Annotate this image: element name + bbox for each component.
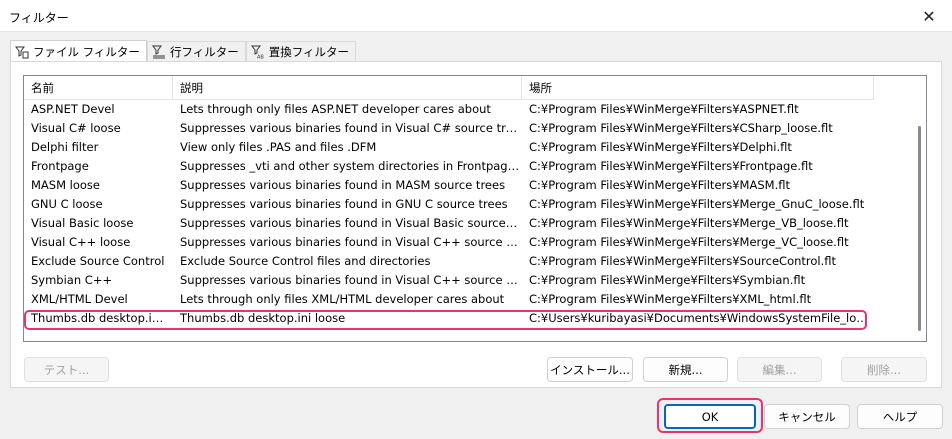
cell-location: C:¥Program Files¥WinMerge¥Filters¥MASM.f…: [529, 178, 790, 192]
window-title: フィルター: [9, 11, 69, 25]
file-filter-icon: [15, 46, 29, 58]
new-button[interactable]: 新規...: [643, 357, 728, 382]
install-button[interactable]: インストール...: [547, 357, 633, 382]
help-button[interactable]: ヘルプ: [857, 404, 943, 429]
selected-row-highlight: [24, 310, 867, 330]
test-button[interactable]: テスト...: [24, 357, 109, 382]
cell-name: Visual C++ loose: [31, 235, 131, 249]
title-bar: フィルター ✕: [0, 0, 952, 32]
table-row[interactable]: Exclude Source Control Exclude Source Con…: [24, 252, 914, 271]
cell-name: Visual Basic loose: [31, 216, 134, 230]
cell-name: GNU C loose: [31, 197, 103, 211]
tab-label: 置換フィルター: [268, 45, 349, 59]
cancel-button[interactable]: キャンセル: [764, 404, 850, 429]
cell-description: Suppresses various binaries found in Vis…: [180, 121, 520, 135]
cell-description: Lets through only files XML/HTML develop…: [180, 292, 505, 306]
table-row[interactable]: XML/HTML Devel Lets through only files XM…: [24, 290, 914, 309]
table-row[interactable]: Delphi filter View only files .PAS and fi…: [24, 138, 914, 157]
cell-description: Suppresses _vti and other system directo…: [180, 159, 520, 173]
cell-name: XML/HTML Devel: [31, 292, 128, 306]
tab-strip: ファイル フィルター 行フィルター AB 置換フィルター: [10, 40, 356, 62]
ok-button-highlight: [657, 398, 763, 433]
tab-line-filter[interactable]: 行フィルター: [146, 41, 246, 62]
table-row[interactable]: MASM loose Suppresses various binaries fo…: [24, 176, 914, 195]
cell-name: Delphi filter: [31, 140, 99, 154]
cell-location: C:¥Program Files¥WinMerge¥Filters¥Symbia…: [529, 273, 806, 287]
cell-location: C:¥Program Files¥WinMerge¥Filters¥CSharp…: [529, 121, 833, 135]
tab-file-filter[interactable]: ファイル フィルター: [10, 40, 147, 62]
table-row[interactable]: ASP.NET Devel Lets through only files ASP…: [24, 100, 914, 119]
cell-description: Suppresses various binaries found in Vis…: [180, 216, 520, 230]
filter-list[interactable]: 名前 説明 場所 ASP.NET Devel Lets through only …: [23, 75, 927, 342]
table-row[interactable]: Visual C++ loose Suppresses various binar…: [24, 233, 914, 252]
cell-name: MASM loose: [31, 178, 100, 192]
vertical-scrollbar[interactable]: [912, 76, 926, 341]
cell-location: C:¥Program Files¥WinMerge¥Filters¥Source…: [529, 254, 837, 268]
close-icon[interactable]: ✕: [906, 0, 952, 32]
cell-location: C:¥Program Files¥WinMerge¥Filters¥XML_ht…: [529, 292, 812, 306]
column-header-name[interactable]: 名前: [24, 76, 173, 100]
scroll-thumb[interactable]: [918, 126, 921, 331]
table-row[interactable]: Visual C# loose Suppresses various binari…: [24, 119, 914, 138]
cell-name: Exclude Source Control: [31, 254, 165, 268]
tab-label: ファイル フィルター: [33, 44, 140, 59]
line-filter-icon: [151, 45, 165, 59]
tab-substitution-filter[interactable]: AB 置換フィルター: [245, 41, 356, 62]
cell-location: C:¥Program Files¥WinMerge¥Filters¥Merge_…: [529, 216, 849, 230]
column-header-location[interactable]: 場所: [522, 76, 874, 100]
cell-description: Suppresses various binaries found in Vis…: [180, 273, 520, 287]
delete-button[interactable]: 削除...: [841, 357, 927, 382]
cell-name: Frontpage: [31, 159, 89, 173]
cell-description: Suppresses various binaries found in GNU…: [180, 197, 508, 211]
table-row[interactable]: Visual Basic loose Suppresses various bin…: [24, 214, 914, 233]
substitution-filter-icon: AB: [250, 45, 264, 60]
column-header-description[interactable]: 説明: [173, 76, 522, 100]
cell-name: Visual C# loose: [31, 121, 121, 135]
cell-description: Exclude Source Control files and directo…: [180, 254, 431, 268]
cell-description: Suppresses various binaries found in Vis…: [180, 235, 520, 249]
cell-name: Symbian C++: [31, 273, 113, 287]
cell-name: ASP.NET Devel: [31, 102, 115, 116]
edit-button[interactable]: 編集...: [737, 357, 822, 382]
table-row[interactable]: GNU C loose Suppresses various binaries f…: [24, 195, 914, 214]
list-header: 名前 説明 場所: [24, 76, 874, 100]
cell-location: C:¥Program Files¥WinMerge¥Filters¥Merge_…: [529, 235, 849, 249]
cell-location: C:¥Program Files¥WinMerge¥Filters¥Frontp…: [529, 159, 813, 173]
cell-location: C:¥Program Files¥WinMerge¥Filters¥ASPNET…: [529, 102, 799, 116]
svg-text:AB: AB: [257, 55, 264, 60]
list-rows: ASP.NET Devel Lets through only files ASP…: [24, 100, 914, 328]
cell-description: Lets through only files ASP.NET develope…: [180, 102, 491, 116]
table-row[interactable]: Symbian C++ Suppresses various binaries f…: [24, 271, 914, 290]
cell-description: Suppresses various binaries found in MAS…: [180, 178, 506, 192]
cell-location: C:¥Program Files¥WinMerge¥Filters¥Merge_…: [529, 197, 865, 211]
table-row[interactable]: Frontpage Suppresses _vti and other syste…: [24, 157, 914, 176]
tab-label: 行フィルター: [169, 45, 239, 59]
cell-description: View only files .PAS and files .DFM: [180, 140, 377, 154]
cell-location: C:¥Program Files¥WinMerge¥Filters¥Delphi…: [529, 140, 792, 154]
